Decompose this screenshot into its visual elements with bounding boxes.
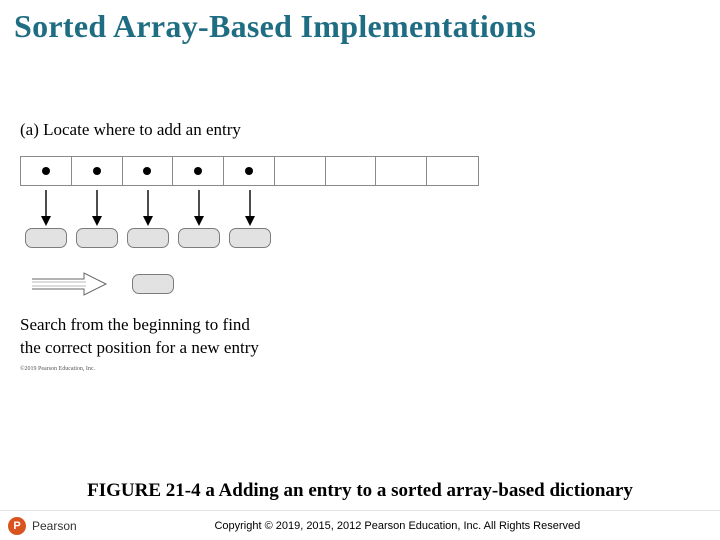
figure-fine-print: ©2019 Pearson Education, Inc. [20,366,700,372]
pill-slot [71,228,122,254]
figure-area: (a) Locate where to add an entry Search … [20,120,700,440]
explain-line-2: the correct position for a new entry [20,338,259,357]
figure-caption: FIGURE 21-4 a Adding an entry to a sorte… [0,480,720,502]
arrow-down-icon [192,190,206,226]
pill-slot [275,228,326,254]
arrow-slot [20,190,71,226]
entry-pill [76,228,118,248]
pill-slot [428,228,479,254]
slide-title: Sorted Array-Based Implementations [0,0,720,45]
arrow-slot [71,190,122,226]
insert-row [20,268,700,300]
new-entry-pill [132,274,174,294]
copyright-text: Copyright © 2019, 2015, 2012 Pearson Edu… [83,520,712,532]
array-cell [123,157,174,185]
pill-slot [20,228,71,254]
pill-slot [326,228,377,254]
dot-icon [194,167,202,175]
arrow-right-icon [30,271,108,297]
array-cell [21,157,72,185]
pill-slot [173,228,224,254]
array-cell [275,157,326,185]
entry-pill [25,228,67,248]
arrow-down-icon [243,190,257,226]
dot-icon [143,167,151,175]
arrow-slot [224,190,275,226]
array-row [20,156,479,186]
pearson-logo-icon: P [8,517,26,535]
arrow-slot [377,190,428,226]
dot-icon [93,167,101,175]
array-cell [376,157,427,185]
arrow-slot [428,190,479,226]
arrow-down-icon [90,190,104,226]
entry-pill [127,228,169,248]
arrow-down-icon [39,190,53,226]
dot-icon [245,167,253,175]
footer: P Pearson Copyright © 2019, 2015, 2012 P… [0,510,720,540]
dot-icon [42,167,50,175]
explain-line-1: Search from the beginning to find [20,315,250,334]
arrow-slot [326,190,377,226]
arrow-down-icon [141,190,155,226]
figure-explain: Search from the beginning to find the co… [20,314,700,360]
array-cell [173,157,224,185]
array-cell [326,157,377,185]
brand-name: Pearson [32,519,77,533]
arrow-slot [122,190,173,226]
entry-pill [178,228,220,248]
array-cell [427,157,478,185]
pill-slot [377,228,428,254]
array-cell [72,157,123,185]
pill-slot [122,228,173,254]
arrow-slot [173,190,224,226]
arrow-slot [275,190,326,226]
pills-row [20,228,479,254]
arrows-row [20,190,479,226]
pill-slot [224,228,275,254]
array-cell [224,157,275,185]
figure-part-label: (a) Locate where to add an entry [20,120,700,140]
entry-pill [229,228,271,248]
